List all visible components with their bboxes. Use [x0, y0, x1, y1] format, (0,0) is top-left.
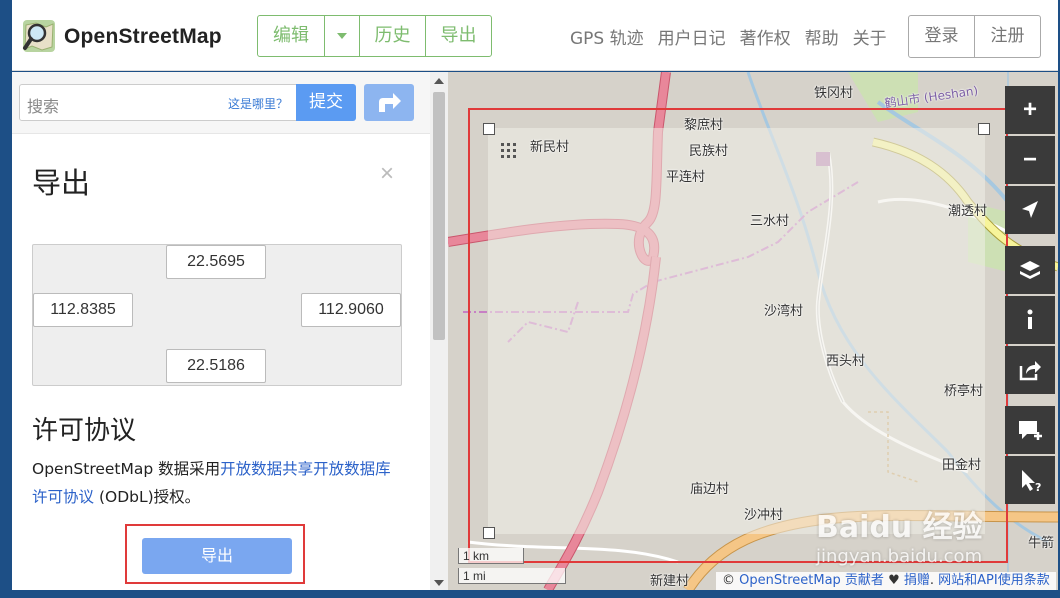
max-lat-field[interactable]: 22.5695	[166, 245, 266, 279]
add-note-button[interactable]	[1005, 406, 1055, 454]
heart-icon: ♥	[883, 573, 904, 588]
edit-dropdown-button[interactable]	[324, 15, 360, 57]
scale-mi: 1 mi	[458, 568, 566, 584]
scroll-down-arrow[interactable]	[434, 580, 444, 586]
scroll-up-arrow[interactable]	[434, 78, 444, 84]
layers-button[interactable]	[1005, 246, 1055, 294]
license-text-suffix: (ODbL)授权。	[94, 488, 201, 506]
where-is-this-link[interactable]: 这是哪里？	[228, 95, 288, 112]
donate-link[interactable]: 捐赠	[904, 573, 930, 588]
license-heading: 许可协议	[32, 416, 137, 446]
export-panel-title: 导出	[32, 166, 91, 200]
minus-icon: −	[1022, 146, 1037, 173]
zoom-in-button[interactable]: +	[1005, 86, 1055, 134]
locate-arrow-icon	[1022, 201, 1038, 218]
scroll-thumb[interactable]	[433, 92, 445, 340]
nav-help[interactable]: 帮助	[805, 24, 839, 49]
query-features-button[interactable]: ?	[1005, 456, 1055, 504]
signup-button[interactable]: 注册	[974, 15, 1041, 58]
license-text-prefix: OpenStreetMap 数据采用	[32, 460, 221, 478]
label-xinjian: 新建村	[650, 574, 690, 589]
attribution-sep: .	[929, 573, 939, 588]
sidebar: 搜索 这是哪里？ 提交 导出 × 22.5695 112.8385 112.90…	[12, 72, 448, 590]
baidu-watermark: Baidu 经验 jingyan.baidu.com	[816, 502, 983, 567]
plus-icon: +	[1022, 96, 1037, 123]
map-info-button[interactable]	[1005, 296, 1055, 344]
layers-icon	[1020, 261, 1040, 279]
sidebar-scrollbar[interactable]	[430, 72, 448, 590]
search-placeholder: 搜索	[27, 97, 60, 116]
share-icon	[1019, 361, 1041, 381]
search-submit-button[interactable]: 提交	[296, 84, 356, 121]
top-header: OpenStreetMap 编辑 历史 导出 GPS 轨迹 用户日记 著作权 帮…	[12, 0, 1058, 71]
max-lon-field[interactable]: 112.9060	[301, 293, 401, 327]
watermark-url: jingyan.baidu.com	[816, 546, 983, 567]
label-niu: 牛箭	[1028, 536, 1055, 551]
label-tiegang: 铁冈村	[814, 86, 854, 101]
terms-link[interactable]: 网站和API使用条款	[938, 573, 1050, 588]
note-add-icon	[1019, 421, 1042, 440]
secondary-nav: GPS 轨迹 用户日记 著作权 帮助 关于	[570, 24, 901, 49]
history-button[interactable]: 历史	[359, 15, 426, 57]
directions-button[interactable]	[364, 84, 414, 121]
cursor-question-icon: ?	[1022, 470, 1041, 494]
map-attribution: © OpenStreetMap 贡献者 ♥ 捐赠. 网站和API使用条款	[716, 572, 1056, 590]
nav-about[interactable]: 关于	[853, 24, 887, 49]
brand-name[interactable]: OpenStreetMap	[64, 25, 222, 49]
export-tab-button[interactable]: 导出	[425, 15, 492, 57]
info-icon	[1027, 309, 1033, 329]
map-controls: + − ?	[1005, 86, 1055, 506]
scale-km: 1 km	[458, 548, 524, 564]
osm-contributors-link[interactable]: OpenStreetMap 贡献者	[739, 573, 884, 588]
highlight-box-selection	[468, 108, 1008, 563]
chevron-down-icon	[337, 33, 347, 39]
copyright-symbol: ©	[722, 573, 740, 588]
svg-text:?: ?	[1035, 481, 1041, 494]
login-button[interactable]: 登录	[908, 15, 975, 58]
share-button[interactable]	[1005, 346, 1055, 394]
close-icon[interactable]: ×	[380, 160, 394, 188]
export-button[interactable]: 导出	[142, 538, 292, 574]
watermark-brand: Baidu 经验	[816, 510, 983, 545]
min-lon-field[interactable]: 112.8385	[33, 293, 133, 327]
osm-logo-icon[interactable]	[22, 19, 56, 53]
license-text: OpenStreetMap 数据采用开放数据共享开放数据库许可协议 (ODbL)…	[32, 455, 404, 511]
auth-buttons: 登录 注册	[908, 15, 1041, 58]
nav-gps-traces[interactable]: GPS 轨迹	[570, 24, 644, 49]
nav-copyright[interactable]: 著作权	[740, 24, 791, 49]
directions-icon	[379, 93, 401, 112]
map-view[interactable]: 铁冈村 鹤山市 (Heshan) 黎庶村 新民村 民族村 平连村 三水村 潮透村…	[448, 72, 1058, 590]
zoom-out-button[interactable]: −	[1005, 136, 1055, 184]
nav-user-diaries[interactable]: 用户日记	[658, 24, 726, 49]
bounding-box-panel: 22.5695 112.8385 112.9060 22.5186	[32, 244, 402, 386]
edit-button[interactable]: 编辑	[257, 15, 325, 57]
search-bar: 搜索 这是哪里？ 提交	[12, 72, 430, 134]
edit-button-group: 编辑 历史 导出	[257, 15, 492, 57]
locate-button[interactable]	[1005, 186, 1055, 234]
search-input[interactable]: 搜索 这是哪里？	[19, 84, 297, 121]
min-lat-field[interactable]: 22.5186	[166, 349, 266, 383]
